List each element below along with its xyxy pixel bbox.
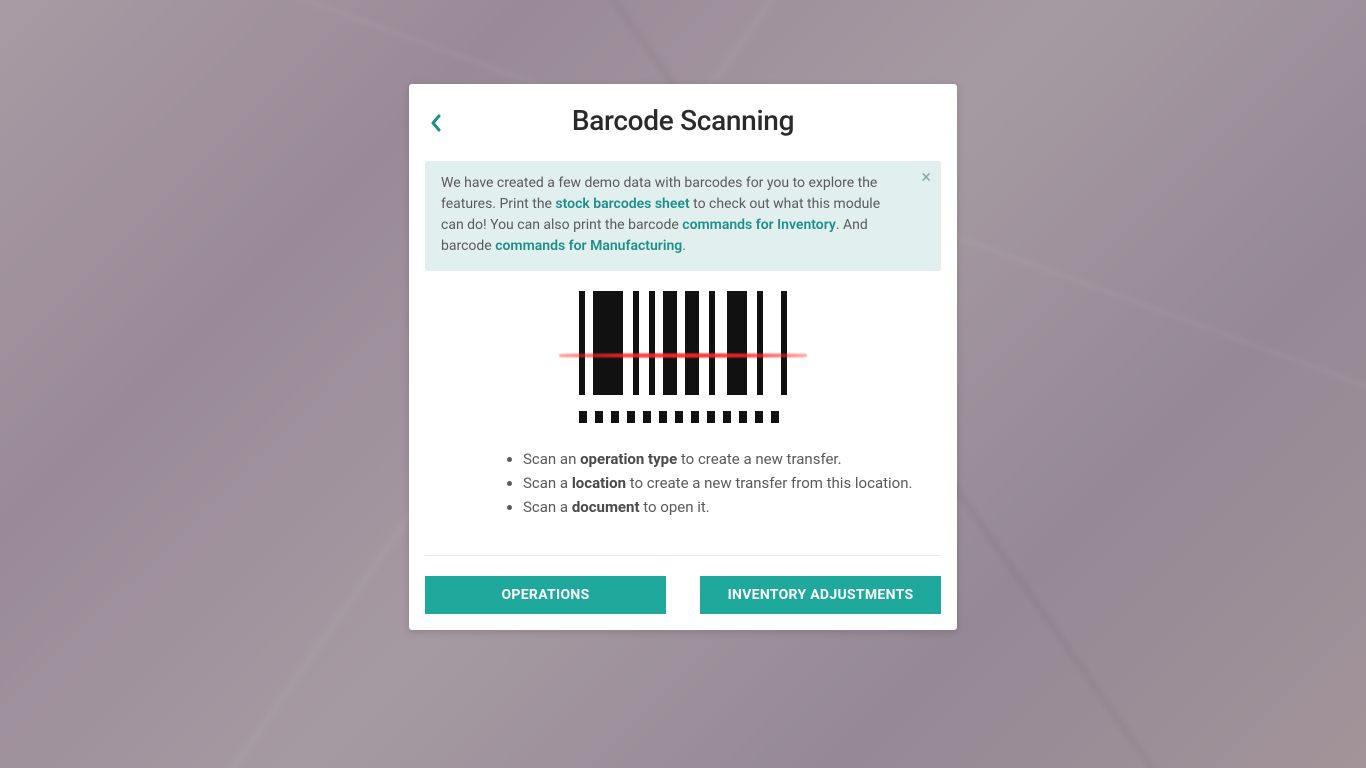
- list-item: Scan an operation type to create a new t…: [523, 447, 941, 471]
- list-bold: operation type: [580, 450, 677, 468]
- barcode-scan-line: [559, 353, 807, 358]
- operations-button[interactable]: OPERATIONS: [425, 576, 666, 614]
- list-bold: document: [572, 498, 640, 516]
- commands-inventory-link[interactable]: commands for Inventory: [682, 217, 836, 233]
- barcode-image: [579, 291, 787, 423]
- close-icon: ×: [921, 167, 931, 188]
- card-header: Barcode Scanning: [425, 100, 941, 145]
- alert-message: We have created a few demo data with bar…: [441, 173, 905, 257]
- list-text: Scan a: [523, 474, 572, 492]
- alert-close-button[interactable]: ×: [921, 169, 931, 187]
- divider: [425, 555, 941, 556]
- alert-text-segment: .: [682, 238, 686, 254]
- barcode-illustration: [425, 291, 941, 423]
- list-text: to create a new transfer.: [677, 450, 841, 468]
- list-text: to create a new transfer from this locat…: [626, 474, 912, 492]
- list-bold: location: [572, 474, 626, 492]
- commands-manufacturing-link[interactable]: commands for Manufacturing: [495, 238, 682, 254]
- list-text: Scan an: [523, 450, 580, 468]
- chevron-left-icon: [429, 114, 443, 132]
- action-buttons: OPERATIONS INVENTORY ADJUSTMENTS: [425, 576, 941, 614]
- barcode-scanning-card: Barcode Scanning × We have created a few…: [409, 84, 957, 630]
- stock-barcodes-link[interactable]: stock barcodes sheet: [555, 196, 689, 212]
- list-text: to open it.: [640, 498, 710, 516]
- list-text: Scan a: [523, 498, 572, 516]
- back-button[interactable]: [425, 110, 447, 136]
- inventory-adjustments-button[interactable]: INVENTORY ADJUSTMENTS: [700, 576, 941, 614]
- list-item: Scan a location to create a new transfer…: [523, 471, 941, 495]
- page-title: Barcode Scanning: [572, 104, 794, 137]
- list-item: Scan a document to open it.: [523, 495, 941, 519]
- instructions-list: Scan an operation type to create a new t…: [425, 447, 941, 519]
- info-alert: × We have created a few demo data with b…: [425, 161, 941, 271]
